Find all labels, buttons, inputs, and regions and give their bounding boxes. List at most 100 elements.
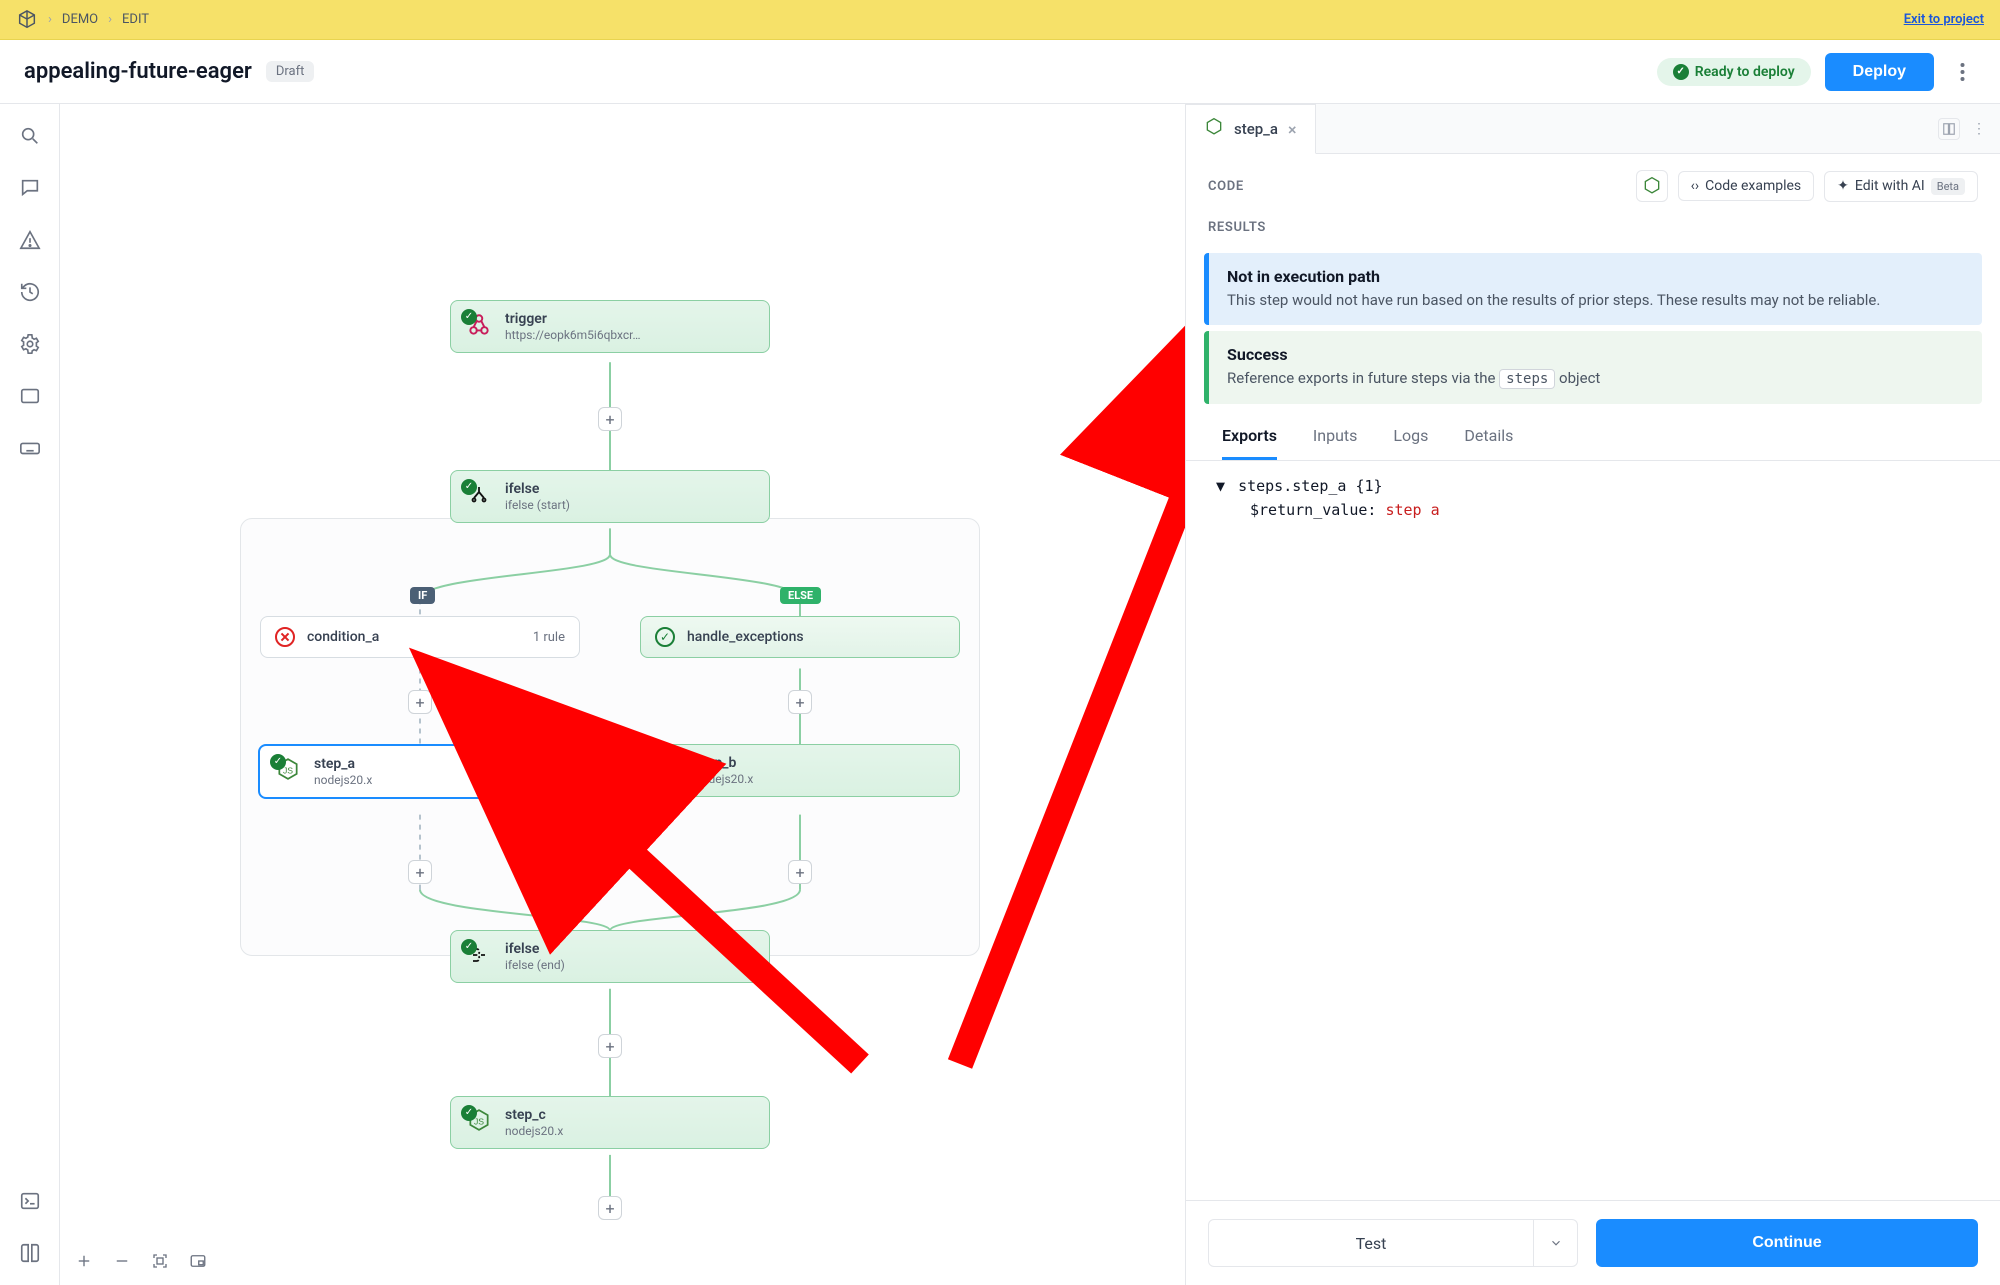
top-breadcrumb-bar: › DEMO › EDIT Exit to project: [0, 0, 2000, 40]
code-examples-label: Code examples: [1705, 178, 1801, 194]
edit-with-ai-button[interactable]: ✦ Edit with AI Beta: [1824, 171, 1978, 202]
search-icon[interactable]: [18, 124, 42, 148]
breadcrumb-demo[interactable]: DEMO: [62, 12, 98, 27]
node-condition-a[interactable]: condition_a 1 rule: [260, 616, 580, 658]
node-subtitle: https://eopk6m5i6qbxcr…: [505, 328, 641, 342]
results-label: RESULTS: [1208, 220, 1266, 235]
banner-text: object: [1559, 369, 1600, 387]
node-ifelse-end[interactable]: ✓ ifelse ifelse (end): [450, 930, 770, 983]
add-step-button[interactable]: +: [788, 690, 812, 714]
add-step-button[interactable]: +: [598, 1034, 622, 1058]
zoom-in-button[interactable]: [74, 1251, 94, 1271]
success-banner: Success Reference exports in future step…: [1204, 331, 1982, 404]
check-icon: ✓: [651, 753, 667, 769]
history-icon[interactable]: [18, 280, 42, 304]
docs-icon[interactable]: [18, 1241, 42, 1265]
check-icon: ✓: [461, 1105, 477, 1121]
deploy-button[interactable]: Deploy: [1825, 53, 1934, 91]
logo-icon[interactable]: [16, 9, 38, 31]
nodejs-icon: [1204, 117, 1224, 141]
ready-label: Ready to deploy: [1695, 64, 1795, 80]
panel-footer: Test Continue: [1186, 1200, 2000, 1285]
subtab-details[interactable]: Details: [1464, 426, 1513, 460]
branch-container: [240, 518, 980, 956]
terminal-icon[interactable]: [18, 1189, 42, 1213]
node-title: ifelse: [505, 481, 570, 498]
node-step-b[interactable]: ✓ JS step_b nodejs20.x: [640, 744, 960, 797]
panel-tab-step-a[interactable]: step_a ×: [1186, 104, 1316, 154]
add-step-button[interactable]: +: [408, 690, 432, 714]
add-step-button[interactable]: +: [598, 1196, 622, 1220]
test-button-group: Test: [1208, 1219, 1578, 1267]
zoom-out-button[interactable]: [112, 1251, 132, 1271]
node-title: handle_exceptions: [687, 629, 804, 645]
check-icon: ✓: [270, 754, 286, 770]
step-detail-panel: step_a × ⋮ CODE ‹› Code examples ✦ Edit …: [1185, 104, 2000, 1285]
breadcrumb-edit[interactable]: EDIT: [122, 12, 149, 27]
node-step-a[interactable]: ✓ JS step_a nodejs20.x: [258, 744, 582, 799]
minimap-button[interactable]: [188, 1251, 208, 1271]
warning-icon[interactable]: [18, 228, 42, 252]
node-trigger[interactable]: ✓ trigger https://eopk6m5i6qbxcr…: [450, 300, 770, 353]
chevron-right-icon: ›: [48, 12, 52, 27]
test-button[interactable]: Test: [1208, 1219, 1534, 1267]
edit-ai-label: Edit with AI: [1855, 178, 1925, 194]
nodejs-runtime-button[interactable]: [1636, 170, 1668, 202]
node-title: step_b: [695, 755, 753, 772]
node-subtitle: nodejs20.x: [314, 773, 372, 787]
subtab-exports[interactable]: Exports: [1222, 426, 1277, 460]
tree-root: steps.step_a {1}: [1238, 477, 1383, 495]
steps-code: steps: [1499, 369, 1555, 389]
node-title: step_c: [505, 1107, 563, 1124]
node-title: condition_a: [307, 629, 379, 645]
continue-button[interactable]: Continue: [1596, 1219, 1978, 1267]
ready-to-deploy-badge: ✓ Ready to deploy: [1657, 58, 1811, 86]
error-icon: [275, 627, 295, 647]
panel-tabstrip: step_a × ⋮: [1186, 104, 2000, 154]
node-subtitle: nodejs20.x: [505, 1124, 563, 1138]
keyboard-icon[interactable]: [18, 436, 42, 460]
subtab-logs[interactable]: Logs: [1393, 426, 1428, 460]
node-subtitle: ifelse (start): [505, 498, 570, 512]
more-menu-button[interactable]: [1948, 58, 1976, 86]
test-dropdown-button[interactable]: [1534, 1219, 1578, 1267]
node-step-c[interactable]: ✓ JS step_c nodejs20.x: [450, 1096, 770, 1149]
code-label: CODE: [1208, 179, 1244, 194]
if-label: IF: [410, 587, 435, 604]
rule-count-badge: 1 rule: [533, 630, 565, 645]
check-circle-icon: ✓: [655, 627, 675, 647]
layout-toggle-button[interactable]: [1938, 118, 1960, 140]
check-icon: ✓: [461, 939, 477, 955]
add-step-button[interactable]: +: [408, 860, 432, 884]
node-subtitle: ifelse (end): [505, 958, 565, 972]
results-subtabs: Exports Inputs Logs Details: [1186, 414, 2000, 461]
close-icon[interactable]: ×: [1288, 120, 1297, 139]
node-title: trigger: [505, 311, 641, 328]
exports-tree[interactable]: ▼ steps.step_a {1} $return_value: step a: [1186, 461, 2000, 535]
banner-body: This step would not have run based on th…: [1227, 290, 1964, 311]
node-ifelse-start[interactable]: ✓ ifelse ifelse (start): [450, 470, 770, 523]
exit-to-project-link[interactable]: Exit to project: [1904, 12, 1984, 27]
check-circle-icon: ✓: [1673, 64, 1689, 80]
more-icon[interactable]: ⋮: [1968, 118, 1990, 140]
add-step-button[interactable]: +: [598, 407, 622, 431]
node-title: step_a: [314, 756, 372, 773]
chevron-right-icon: ›: [108, 12, 112, 27]
tab-title: step_a: [1234, 120, 1278, 138]
node-title: ifelse: [505, 941, 565, 958]
settings-icon[interactable]: [18, 332, 42, 356]
workflow-title[interactable]: appealing-future-eager: [24, 59, 252, 84]
code-examples-button[interactable]: ‹› Code examples: [1678, 171, 1815, 201]
left-icon-rail: [0, 104, 60, 1285]
subtab-inputs[interactable]: Inputs: [1313, 426, 1357, 460]
panel-icon[interactable]: [18, 384, 42, 408]
node-handle-exceptions[interactable]: ✓ handle_exceptions: [640, 616, 960, 658]
results-section-header: RESULTS: [1186, 214, 2000, 247]
workflow-canvas[interactable]: ✓ trigger https://eopk6m5i6qbxcr… + ✓ if…: [60, 104, 1185, 1285]
fit-view-button[interactable]: [150, 1251, 170, 1271]
banner-body: Reference exports in future steps via th…: [1227, 368, 1964, 390]
comment-icon[interactable]: [18, 176, 42, 200]
caret-down-icon[interactable]: ▼: [1216, 477, 1225, 495]
add-step-button[interactable]: +: [788, 860, 812, 884]
beta-badge: Beta: [1931, 178, 1965, 195]
